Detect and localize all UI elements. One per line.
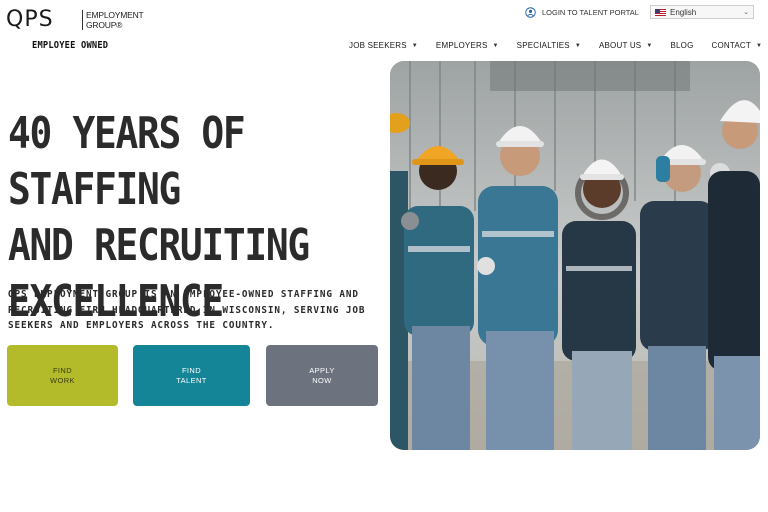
hero-subtitle: QPS EMPLOYMENT GROUP IS AN EMPLOYEE-OWNE… [8, 289, 366, 331]
button-label: APPLY NOW [309, 366, 335, 386]
button-label-line: APPLY [309, 365, 335, 375]
button-label-line: TALENT [176, 375, 207, 385]
nav-item-job-seekers[interactable]: JOB SEEKERS ▼ [349, 41, 418, 50]
chevron-down-icon: ▼ [574, 42, 581, 49]
chevron-down-icon: ▼ [756, 42, 763, 49]
button-label: FIND TALENT [176, 366, 207, 386]
nav-label: ABOUT US [598, 41, 642, 50]
login-label: LOGIN TO TALENT PORTAL [542, 8, 639, 17]
button-label: FIND WORK [50, 366, 75, 386]
button-label-line: FIND [181, 365, 202, 375]
nav-item-contact[interactable]: CONTACT ▼ [712, 41, 763, 50]
nav-label: BLOG [670, 41, 694, 50]
login-talent-portal-link[interactable]: LOGIN TO TALENT PORTAL [525, 7, 639, 18]
chevron-down-icon: ⌄ [743, 9, 749, 16]
hero-title-line: 40 YEARS OF STAFFING [8, 108, 246, 215]
us-flag-icon [655, 8, 666, 16]
language-label: English [670, 7, 697, 17]
nav-label: CONTACT [711, 41, 751, 50]
chevron-down-icon: ▼ [492, 42, 499, 49]
site-logo[interactable]: QPS EMPLOYMENT GROUP® EMPLOYEE OWNED [6, 7, 144, 57]
apply-now-button[interactable]: APPLY NOW [266, 345, 378, 406]
button-label-line: NOW [312, 375, 332, 385]
nav-label: JOB SEEKERS [349, 41, 407, 50]
workers-illustration [390, 61, 760, 450]
language-select[interactable]: English ⌄ [650, 5, 754, 19]
find-work-button[interactable]: FIND WORK [7, 345, 118, 406]
button-label-line: FIND [52, 365, 73, 375]
logo-line-1: EMPLOYMENT [86, 10, 144, 20]
find-talent-button[interactable]: FIND TALENT [133, 345, 250, 406]
chevron-down-icon: ▼ [411, 42, 418, 49]
nav-item-blog[interactable]: BLOG [670, 41, 693, 50]
logo-divider [82, 10, 83, 30]
button-label-line: WORK [50, 375, 75, 385]
chevron-down-icon: ▼ [646, 42, 653, 49]
main-nav: JOB SEEKERS ▼ EMPLOYERS ▼ SPECIALTIES ▼ ABO… [349, 41, 762, 50]
logo-brand: QPS [6, 7, 54, 32]
logo-name: EMPLOYMENT GROUP® [86, 10, 144, 30]
nav-label: EMPLOYERS [435, 41, 488, 50]
hero-title-line: AND RECRUITING [8, 220, 310, 271]
logo-line-2: GROUP® [86, 20, 123, 30]
nav-item-employers[interactable]: EMPLOYERS ▼ [436, 41, 499, 50]
nav-label: SPECIALTIES [516, 41, 570, 50]
hero-photo [390, 61, 760, 450]
nav-item-specialties[interactable]: SPECIALTIES ▼ [517, 41, 581, 50]
nav-item-about-us[interactable]: ABOUT US ▼ [599, 41, 653, 50]
logo-tagline: EMPLOYEE OWNED [32, 40, 109, 51]
user-circle-icon [525, 7, 536, 18]
